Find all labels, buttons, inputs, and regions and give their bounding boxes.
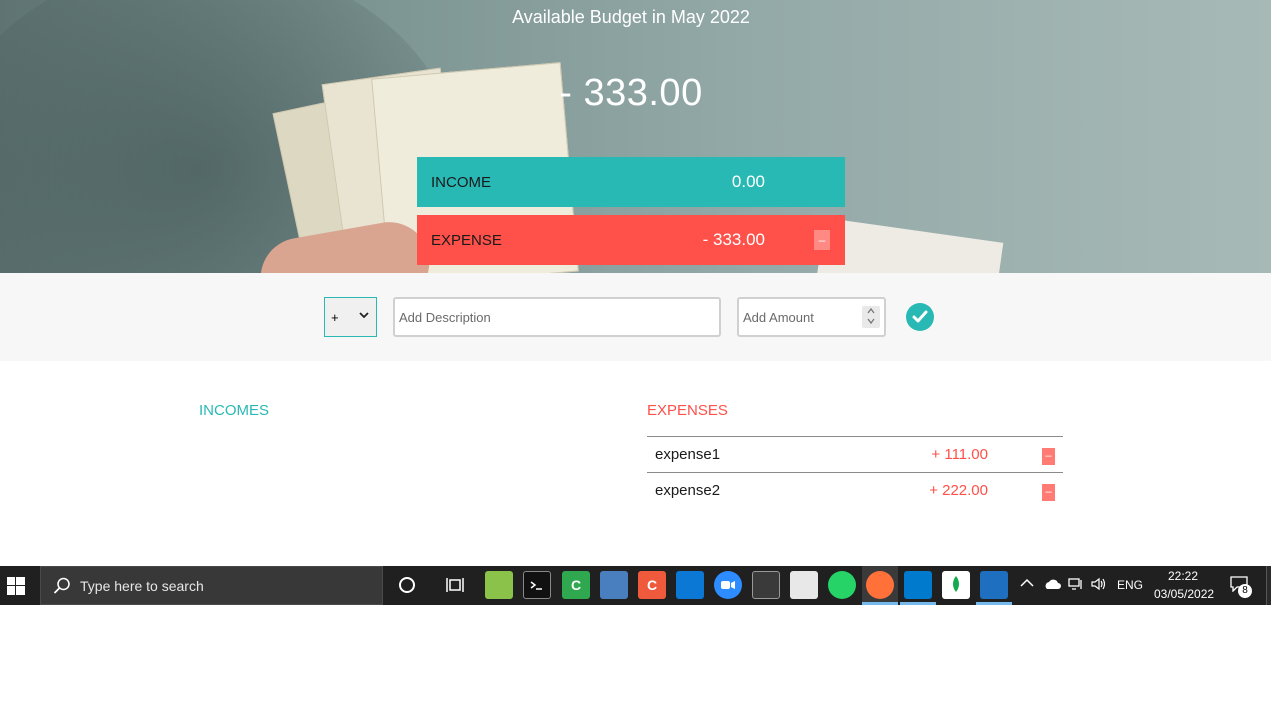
active-indicator <box>976 602 1012 605</box>
income-label: INCOME <box>431 173 491 191</box>
onedrive-icon[interactable] <box>1043 578 1061 593</box>
language-indicator[interactable]: ENG <box>1117 578 1143 592</box>
chevron-up-icon[interactable] <box>1020 577 1034 591</box>
check-icon <box>912 310 928 323</box>
show-desktop-button[interactable] <box>1266 566 1271 605</box>
budget-value: - 333.00 <box>559 72 703 114</box>
reader-icon[interactable] <box>790 571 818 599</box>
windows-icon <box>7 577 25 595</box>
description-input[interactable] <box>393 297 721 337</box>
expenses-list: expense1 + 111.00 – expense2 + 222.00 – <box>647 436 1063 508</box>
expense-value: - 333.00 <box>702 230 765 249</box>
item-description: expense1 <box>655 446 721 463</box>
vscode-icon[interactable] <box>904 571 932 599</box>
incomes-title: INCOMES <box>199 402 270 419</box>
chevron-down-icon <box>359 311 369 322</box>
start-button[interactable] <box>0 566 40 605</box>
network-icon[interactable] <box>1068 577 1084 594</box>
paint-icon[interactable] <box>600 571 628 599</box>
expense-label: EXPENSE <box>431 231 502 249</box>
notification-count-badge: 8 <box>1238 584 1252 598</box>
type-select-value: + <box>331 309 339 325</box>
cortana-icon[interactable] <box>393 571 421 599</box>
add-item-bar: + <box>0 273 1271 361</box>
clock-time[interactable]: 22:22 <box>1168 569 1198 583</box>
taskbar: Type here to search C C ENG 22:22 03/05/… <box>0 566 1271 605</box>
photos-icon[interactable] <box>980 571 1008 599</box>
zoom-icon[interactable] <box>714 571 742 599</box>
taskbar-search[interactable]: Type here to search <box>40 566 383 605</box>
budget-header: Available Budget in May 2022 - 333.00 IN… <box>0 0 1271 273</box>
whatsapp-icon[interactable] <box>828 571 856 599</box>
terminal-icon[interactable] <box>523 571 551 599</box>
item-amount: + 111.00 <box>931 446 988 463</box>
income-value: 0.00 <box>731 172 765 191</box>
item-amount: + 222.00 <box>929 482 988 499</box>
amount-stepper[interactable] <box>862 306 880 328</box>
store-icon[interactable] <box>676 571 704 599</box>
app-c-icon[interactable]: C <box>638 571 666 599</box>
console-icon[interactable] <box>752 571 780 599</box>
income-summary: INCOME 0.00 <box>417 157 845 207</box>
expense-summary: EXPENSE - 333.00 – <box>417 215 845 265</box>
mongodb-icon[interactable] <box>942 571 970 599</box>
delete-item-button[interactable]: – <box>1042 484 1055 501</box>
type-select[interactable]: + <box>324 297 377 337</box>
search-placeholder: Type here to search <box>80 578 204 594</box>
expense-percentage-badge: – <box>814 230 830 250</box>
task-view-icon[interactable] <box>441 571 469 599</box>
budget-title: Available Budget in May 2022 <box>512 7 750 27</box>
item-description: expense2 <box>655 482 721 499</box>
add-item-button[interactable] <box>906 303 934 331</box>
active-indicator <box>900 602 936 605</box>
expenses-title: EXPENSES <box>647 402 728 419</box>
volume-icon[interactable] <box>1091 577 1107 594</box>
search-icon <box>53 577 70 594</box>
list-item: expense2 + 222.00 – <box>647 472 1063 508</box>
delete-item-button[interactable]: – <box>1042 448 1055 465</box>
active-indicator <box>862 602 898 605</box>
firefox-icon[interactable] <box>866 571 894 599</box>
list-item: expense1 + 111.00 – <box>647 436 1063 472</box>
camtasia-icon[interactable]: C <box>562 571 590 599</box>
notepad-icon[interactable] <box>485 571 513 599</box>
clock-date[interactable]: 03/05/2022 <box>1154 587 1214 601</box>
